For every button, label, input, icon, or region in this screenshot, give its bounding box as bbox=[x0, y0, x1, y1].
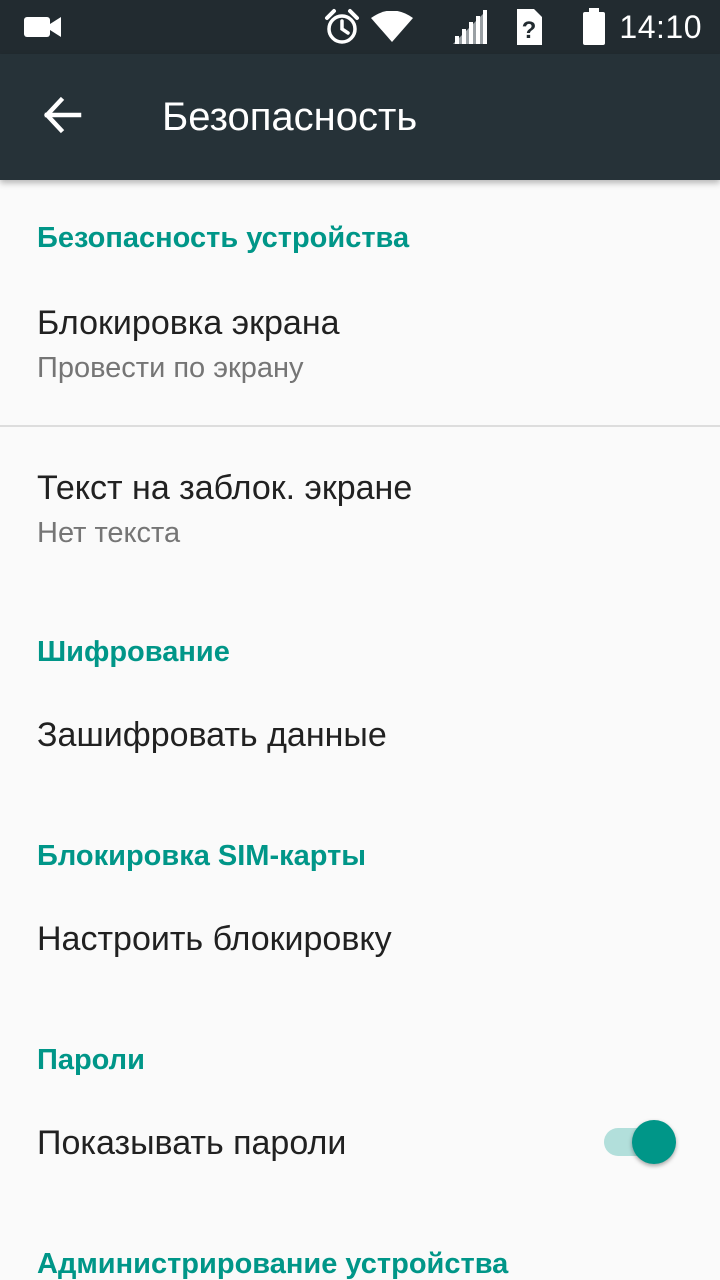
section-header-encryption: Шифрование bbox=[37, 636, 230, 668]
settings-list[interactable]: Безопасность устройства Блокировка экран… bbox=[0, 180, 720, 1280]
section-header-device-security: Безопасность устройства bbox=[37, 222, 410, 254]
pref-screen-lock[interactable]: Блокировка экрана Провести по экрану bbox=[0, 280, 720, 426]
pref-title: Текст на заблок. экране bbox=[37, 469, 413, 507]
section-header-device-admin: Администрирование устройства bbox=[37, 1248, 509, 1280]
show-passwords-switch[interactable] bbox=[602, 1118, 678, 1166]
pref-title: Блокировка экрана bbox=[37, 304, 340, 342]
app-bar: Безопасность bbox=[0, 54, 720, 180]
pref-title: Зашифровать данные bbox=[37, 716, 387, 754]
pref-show-passwords[interactable]: Показывать пароли bbox=[0, 1098, 720, 1202]
arrow-back-icon bbox=[42, 95, 82, 140]
section-header-sim-lock: Блокировка SIM-карты bbox=[37, 840, 367, 872]
alarm-clock-icon bbox=[322, 0, 362, 54]
cell-signal-icon bbox=[450, 0, 490, 54]
pref-title: Настроить блокировку bbox=[37, 920, 392, 958]
pref-setup-sim-lock[interactable]: Настроить блокировку bbox=[0, 894, 720, 998]
section-header-passwords: Пароли bbox=[37, 1044, 145, 1076]
pref-lock-screen-text[interactable]: Текст на заблок. экране Нет текста bbox=[0, 427, 720, 577]
status-bar: ? 14:10 bbox=[0, 0, 720, 54]
battery-icon bbox=[580, 0, 608, 54]
pref-title: Показывать пароли bbox=[37, 1124, 347, 1162]
status-time: 14:10 bbox=[619, 9, 702, 45]
page-title: Безопасность bbox=[162, 95, 418, 139]
switch-thumb bbox=[632, 1120, 676, 1164]
no-sim-icon: ? bbox=[512, 0, 546, 54]
wifi-icon bbox=[370, 0, 414, 54]
pref-summary: Нет текста bbox=[37, 517, 181, 549]
video-camera-icon bbox=[22, 0, 64, 54]
svg-text:?: ? bbox=[522, 17, 537, 44]
pref-encrypt-data[interactable]: Зашифровать данные bbox=[0, 690, 720, 794]
back-button[interactable] bbox=[20, 75, 104, 159]
pref-summary: Провести по экрану bbox=[37, 352, 304, 384]
